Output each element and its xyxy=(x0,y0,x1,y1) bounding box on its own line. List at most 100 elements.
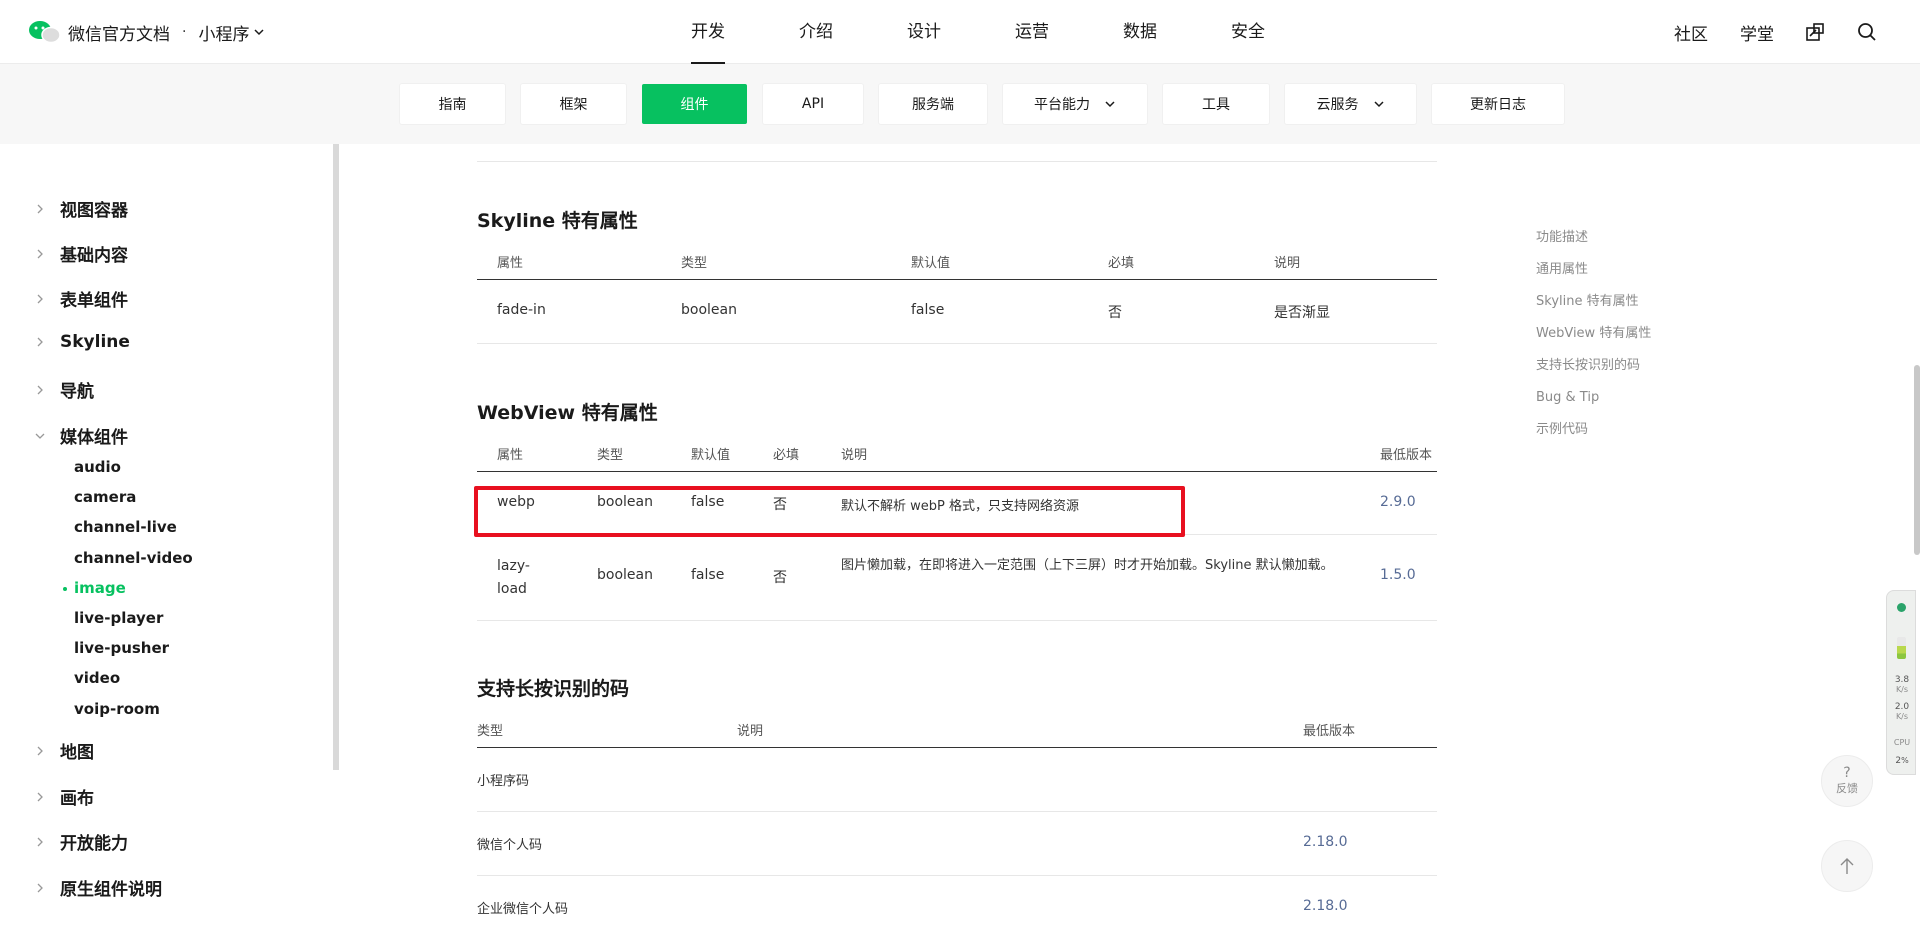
table-cell: 是否渐显 xyxy=(1274,305,1330,321)
search-icon[interactable] xyxy=(1856,21,1878,43)
column-header: 类型 xyxy=(477,724,504,739)
column-header: 最低版本 xyxy=(1380,448,1433,463)
sidebar-group-skyline[interactable]: Skyline xyxy=(34,332,130,352)
toc-item[interactable]: 示例代码 xyxy=(1536,420,1651,452)
sidebar-group-canvas[interactable]: 画布 xyxy=(34,784,94,809)
download-speed: 2.0 xyxy=(1894,702,1910,712)
sidebar-group-basic-content[interactable]: 基础内容 xyxy=(34,241,128,266)
academy-link[interactable]: 学堂 xyxy=(1740,20,1774,45)
nav-design[interactable]: 设计 xyxy=(870,0,978,64)
sidebar-group-label: Skyline xyxy=(60,332,130,352)
column-header: 属性 xyxy=(497,448,524,463)
system-monitor-widget[interactable]: 3.8 K/s 2.0 K/s CPU 2% xyxy=(1886,590,1916,775)
chevron-right-icon xyxy=(34,204,46,214)
table-cell: false xyxy=(911,302,945,318)
nav-data[interactable]: 数据 xyxy=(1086,0,1194,64)
column-header: 类型 xyxy=(681,256,708,271)
sidebar-item-voip-room[interactable]: voip-room xyxy=(74,700,160,718)
toc-item[interactable]: Bug & Tip xyxy=(1536,388,1651,420)
sidebar-group-navigation[interactable]: 导航 xyxy=(34,377,94,402)
nav-intro[interactable]: 介绍 xyxy=(762,0,870,64)
section-title-webview: WebView 特有属性 xyxy=(477,402,658,424)
brand[interactable]: 微信官方文档 · 小程序 xyxy=(28,16,265,48)
sidebar-group-form[interactable]: 表单组件 xyxy=(34,286,128,311)
sidebar-item-video[interactable]: video xyxy=(74,669,120,687)
sidebar-item-image[interactable]: image xyxy=(63,579,126,597)
sidebar-group-native-components[interactable]: 原生组件说明 xyxy=(34,875,162,900)
nav-security[interactable]: 安全 xyxy=(1194,0,1302,64)
community-link[interactable]: 社区 xyxy=(1674,20,1708,45)
sidebar-item-channel-live[interactable]: channel-live xyxy=(74,518,177,536)
toc-item[interactable]: Skyline 特有属性 xyxy=(1536,292,1651,324)
subnav-cloud[interactable]: 云服务 xyxy=(1285,84,1416,124)
subnav-server[interactable]: 服务端 xyxy=(879,84,987,124)
subnav-changelog[interactable]: 更新日志 xyxy=(1432,84,1564,124)
table-row: 小程序码 xyxy=(477,748,1437,812)
chevron-right-icon xyxy=(34,385,46,395)
subnav-platform[interactable]: 平台能力 xyxy=(1003,84,1147,124)
upload-speed: 3.8 xyxy=(1894,675,1910,685)
sidebar-group-label: 原生组件说明 xyxy=(60,880,162,900)
feedback-label: 反馈 xyxy=(1836,782,1858,795)
sidebar: 视图容器 基础内容 表单组件 Skyline 导航 媒体组件 audio cam… xyxy=(0,144,340,934)
sidebar-group-view-container[interactable]: 视图容器 xyxy=(34,196,128,221)
subnav-cloud-label: 云服务 xyxy=(1316,97,1359,113)
mini-program-icon[interactable] xyxy=(1804,21,1826,43)
feedback-button[interactable]: ? 反馈 xyxy=(1821,755,1873,807)
sidebar-group-map[interactable]: 地图 xyxy=(34,738,94,763)
table-row: 微信个人码 2.18.0 xyxy=(477,812,1437,876)
section-title-codes: 支持长按识别的码 xyxy=(477,678,630,700)
chevron-right-icon xyxy=(34,837,46,847)
back-to-top-button[interactable] xyxy=(1821,840,1873,892)
sidebar-item-live-player[interactable]: live-player xyxy=(74,609,163,627)
table-header: 类型 说明 最低版本 xyxy=(477,712,1437,748)
subnav-api[interactable]: API xyxy=(763,84,863,124)
divider xyxy=(477,161,1437,162)
nav-operation[interactable]: 运营 xyxy=(978,0,1086,64)
subnav-components[interactable]: 组件 xyxy=(642,84,747,124)
sidebar-group-open-capability[interactable]: 开放能力 xyxy=(34,829,128,854)
subnav-guide[interactable]: 指南 xyxy=(400,84,505,124)
table-cell: 小程序码 xyxy=(477,774,530,789)
version-link[interactable]: 2.18.0 xyxy=(1303,898,1348,914)
version-link[interactable]: 1.5.0 xyxy=(1380,567,1416,583)
nav-develop[interactable]: 开发 xyxy=(654,0,762,64)
wechat-logo-icon xyxy=(28,19,62,45)
chevron-right-icon xyxy=(34,337,46,347)
sidebar-group-label: 导航 xyxy=(60,382,94,402)
sidebar-item-camera[interactable]: camera xyxy=(74,488,136,506)
cpu-label: CPU xyxy=(1893,738,1911,747)
toc-item[interactable]: 功能描述 xyxy=(1536,228,1651,260)
table-cell: boolean xyxy=(681,302,737,318)
table-header: 属性 类型 默认值 必填 说明 最低版本 xyxy=(477,436,1437,472)
version-link[interactable]: 2.18.0 xyxy=(1303,834,1348,850)
toc-item[interactable]: 通用属性 xyxy=(1536,260,1651,292)
sidebar-item-live-pusher[interactable]: live-pusher xyxy=(74,639,169,657)
sidebar-group-media[interactable]: 媒体组件 xyxy=(34,423,128,448)
version-link[interactable]: 2.9.0 xyxy=(1380,494,1416,510)
table-of-contents: 功能描述 通用属性 Skyline 特有属性 WebView 特有属性 支持长按… xyxy=(1536,228,1651,452)
sidebar-scrollbar[interactable] xyxy=(333,144,339,770)
table-row: 企业微信个人码 2.18.0 xyxy=(477,876,1437,934)
sidebar-group-label: 画布 xyxy=(60,789,94,809)
subnav-framework[interactable]: 框架 xyxy=(521,84,626,124)
chevron-down-icon xyxy=(1105,101,1115,108)
sidebar-item-audio[interactable]: audio xyxy=(74,458,121,476)
subnav-tools[interactable]: 工具 xyxy=(1163,84,1269,124)
section-title-skyline: Skyline 特有属性 xyxy=(477,210,638,232)
sidebar-group-label: 基础内容 xyxy=(60,246,128,266)
toc-item[interactable]: 支持长按识别的码 xyxy=(1536,356,1651,388)
product-switcher[interactable]: 小程序 xyxy=(198,20,265,45)
column-header: 说明 xyxy=(841,448,868,463)
brand-name[interactable]: 微信官方文档 xyxy=(68,20,170,45)
toc-item[interactable]: WebView 特有属性 xyxy=(1536,324,1651,356)
webview-attr-table: 属性 类型 默认值 必填 说明 最低版本 webp boolean false … xyxy=(477,436,1437,621)
table-cell: boolean xyxy=(597,494,653,510)
column-header: 最低版本 xyxy=(1303,724,1356,739)
page-scrollbar[interactable] xyxy=(1914,365,1920,555)
chevron-right-icon xyxy=(34,792,46,802)
chevron-right-icon xyxy=(34,294,46,304)
column-header: 说明 xyxy=(737,724,764,739)
sidebar-item-channel-video[interactable]: channel-video xyxy=(74,549,193,567)
memory-gauge-icon xyxy=(1897,637,1906,659)
